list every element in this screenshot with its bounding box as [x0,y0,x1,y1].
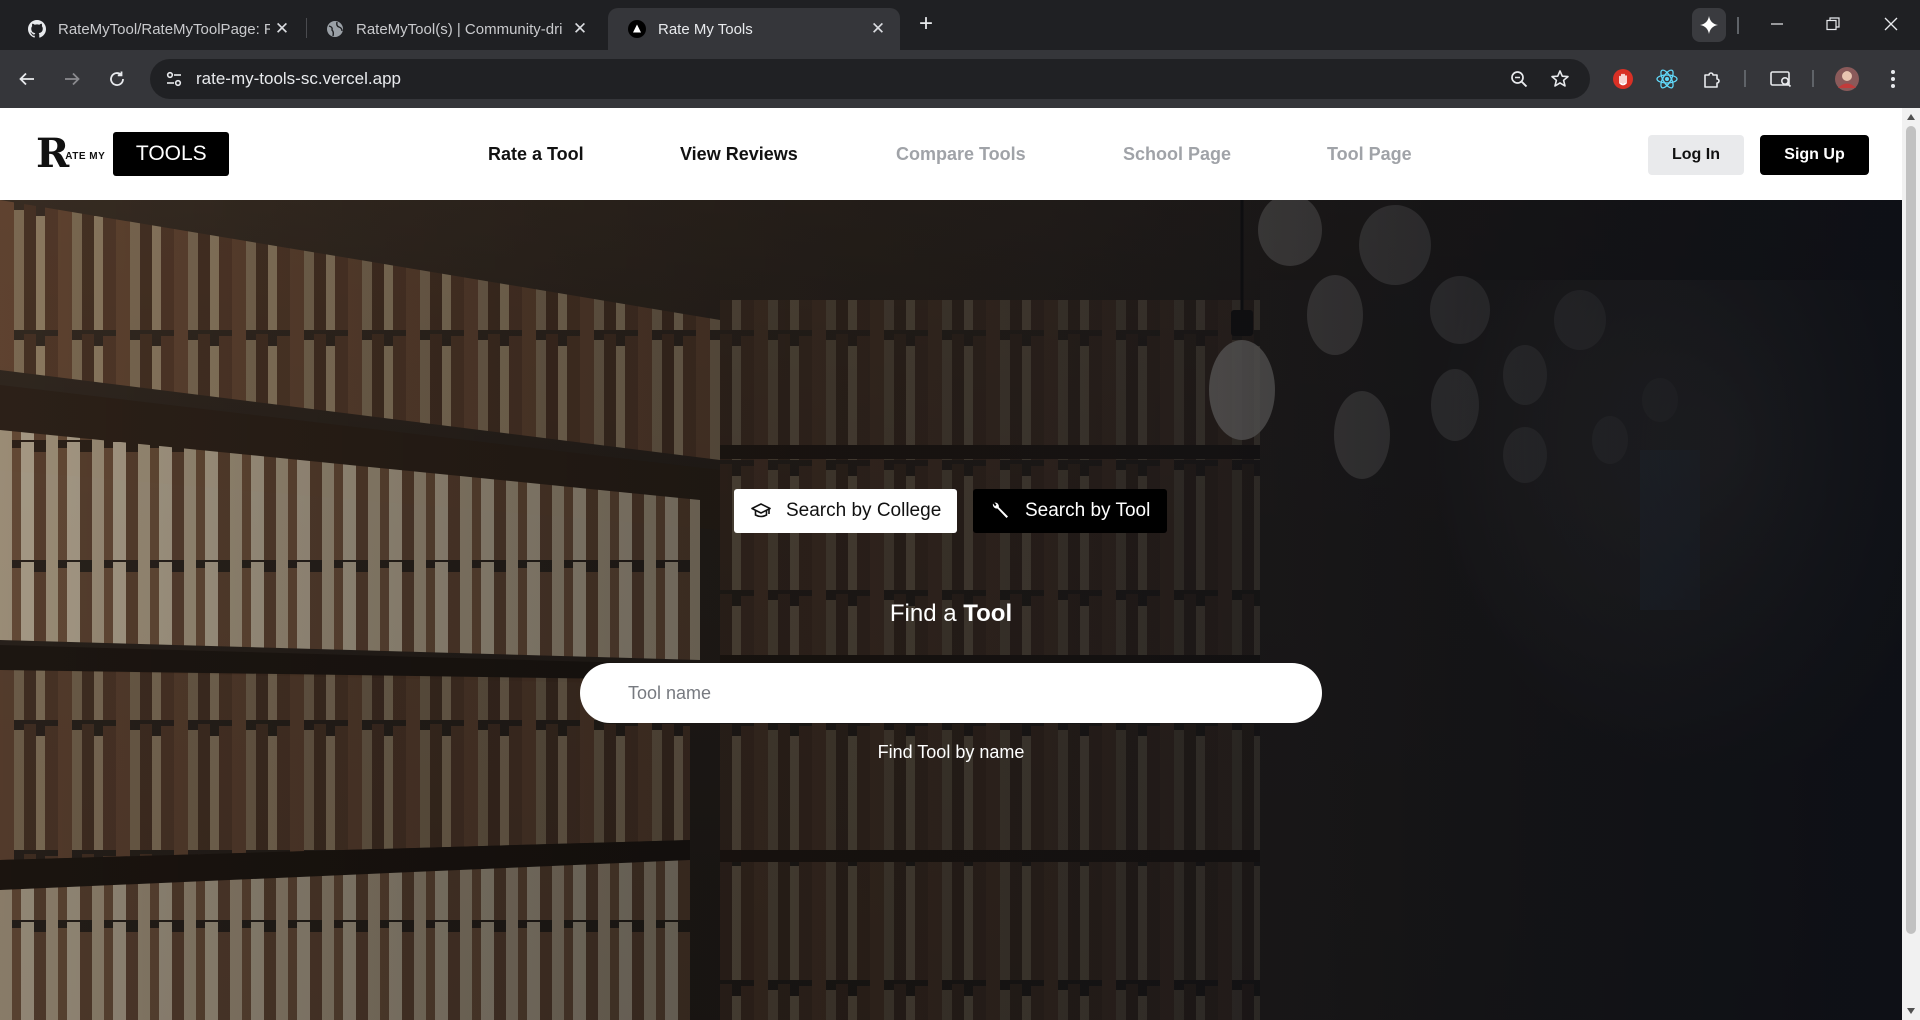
nav-compare-tools[interactable]: Compare Tools [896,144,1026,165]
site-logo[interactable]: R ATE MY TOOLS [36,130,230,177]
browser-tab-bar: RateMyTool/RateMyToolPage: R ✕ RateMyToo… [0,0,1920,50]
browser-tab-rate-my-tools[interactable]: Rate My Tools ✕ [608,8,900,50]
browser-tab-github[interactable]: RateMyTool/RateMyToolPage: R ✕ [8,8,304,50]
extensions-puzzle-icon[interactable] [1697,64,1727,94]
tab-title: RateMyTool(s) | Community-dri [356,20,563,38]
extension-stop-hand-icon[interactable] [1608,64,1638,94]
minimize-icon[interactable] [1764,11,1790,37]
reload-icon[interactable] [101,63,133,95]
site-settings-icon[interactable] [160,65,188,93]
page-scrollbar[interactable] [1902,108,1920,1020]
zoom-icon[interactable] [1505,65,1533,93]
close-tab-icon[interactable]: ✕ [866,17,890,41]
toolbar-divider [1744,70,1746,87]
tab-title: Rate My Tools [658,20,753,38]
search-by-college-label: Search by College [786,500,942,521]
login-button[interactable]: Log In [1648,135,1744,175]
hero-section: Search by College Search by Tool Find a … [0,200,1902,1020]
browser-tab-ratemytool-community[interactable]: RateMyTool(s) | Community-dri ✕ [306,8,602,50]
react-devtools-icon[interactable] [1652,64,1682,94]
scrollbar-thumb[interactable] [1906,126,1916,934]
restore-icon[interactable] [1820,11,1846,37]
site-navbar: R ATE MY TOOLS Rate a Tool View Reviews … [0,108,1902,200]
page-viewport: R ATE MY TOOLS Rate a Tool View Reviews … [0,108,1920,1020]
nav-rate-a-tool[interactable]: Rate a Tool [488,144,584,165]
profile-avatar[interactable] [1832,64,1862,94]
find-target-text: Tool [963,600,1013,627]
tab-title: RateMyTool/RateMyToolPage: R [58,20,270,38]
address-bar[interactable]: rate-my-tools-sc.vercel.app [150,59,1590,99]
globe-icon [326,20,344,38]
tab-search-icon[interactable] [1766,64,1796,94]
back-arrow-icon[interactable] [11,63,43,95]
gemini-sparkle-icon[interactable] [1692,8,1726,42]
toolbar-divider [1737,17,1739,34]
tool-name-search-input[interactable] [580,663,1322,723]
nav-view-reviews[interactable]: View Reviews [680,144,798,165]
find-a-tool-heading: Find a Tool [0,600,1902,628]
close-tab-icon[interactable]: ✕ [568,17,592,41]
close-window-icon[interactable] [1878,11,1904,37]
forward-arrow-icon[interactable] [56,63,88,95]
scroll-down-arrow-icon[interactable] [1907,1008,1915,1014]
nav-tool-page[interactable]: Tool Page [1327,144,1412,165]
search-by-tool-label: Search by Tool [1025,500,1151,521]
find-tool-by-name-caption: Find Tool by name [877,742,1025,762]
new-tab-button[interactable]: + [914,11,938,39]
search-by-tool-button[interactable]: Search by Tool [973,489,1167,533]
bookmark-star-icon[interactable] [1546,65,1574,93]
graduation-cap-icon [750,500,772,522]
nav-school-page[interactable]: School Page [1123,144,1231,165]
toolbar-divider [1812,70,1814,87]
logo-ate-my: ATE MY [65,150,106,162]
vercel-triangle-icon [628,20,646,38]
url-text: rate-my-tools-sc.vercel.app [196,69,402,88]
find-a-text: Find a [889,600,957,627]
logo-letter-r: R [36,130,69,177]
close-tab-icon[interactable]: ✕ [270,17,294,41]
logo-tools-box: TOOLS [113,132,230,176]
search-by-college-button[interactable]: Search by College [734,489,957,533]
wrench-icon [989,500,1011,522]
chrome-menu-icon[interactable] [1878,64,1908,94]
scroll-up-arrow-icon[interactable] [1907,114,1915,120]
github-icon [28,20,46,38]
signup-button[interactable]: Sign Up [1760,135,1869,175]
browser-toolbar: rate-my-tools-sc.vercel.app [0,50,1920,108]
